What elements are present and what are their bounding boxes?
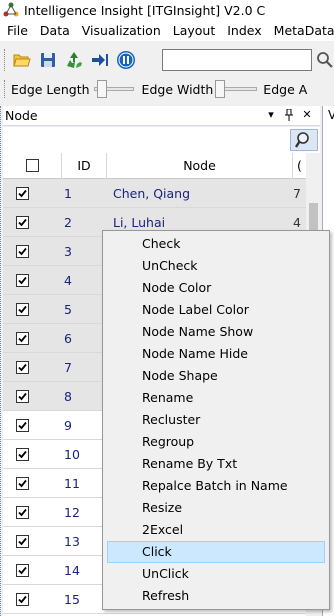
- cell-id: 9: [64, 418, 72, 433]
- right-pane-label: V: [328, 108, 334, 122]
- row-checkbox[interactable]: [16, 419, 29, 432]
- select-all-checkbox[interactable]: [26, 159, 39, 172]
- cell-id: 4: [64, 273, 72, 288]
- context-menu-item-rename-by-txt[interactable]: Rename By Txt: [107, 453, 325, 475]
- context-menu-item-node-color[interactable]: Node Color: [107, 277, 325, 299]
- window-title: Intelligence Insight [ITGInsight] V2.0 C: [24, 2, 266, 18]
- node-search-button[interactable]: [290, 129, 318, 151]
- pause-button[interactable]: [115, 49, 137, 71]
- context-menu-item-regroup[interactable]: Regroup: [107, 431, 325, 453]
- cell-id: 12: [64, 505, 80, 520]
- row-checkbox[interactable]: [16, 390, 29, 403]
- edge-length-slider[interactable]: [93, 80, 134, 98]
- menu-layout[interactable]: Layout: [166, 23, 221, 38]
- row-checkbox[interactable]: [16, 506, 29, 519]
- context-menu: Check UnCheck Node Color Node Label Color No…: [102, 230, 330, 610]
- pin-icon[interactable]: ᅟ: [282, 108, 296, 122]
- cell-node: Chen, Qiang: [113, 186, 191, 201]
- menu-index[interactable]: Index: [220, 23, 266, 38]
- node-search-row: [3, 127, 320, 153]
- menu-visualization[interactable]: Visualization: [75, 23, 166, 38]
- header-extra[interactable]: (: [293, 153, 306, 179]
- cell-id: 1: [64, 186, 72, 201]
- context-menu-item-repalce-batch-in-name[interactable]: Repalce Batch in Name: [107, 475, 325, 497]
- dropdown-arrow-icon[interactable]: ▾: [264, 108, 278, 122]
- row-checkbox[interactable]: [16, 448, 29, 461]
- app-logo-icon: [3, 2, 19, 17]
- edge-toolbar: Edge Length Edge Width Edge A: [0, 77, 334, 101]
- menu-data[interactable]: Data: [33, 23, 75, 38]
- save-disk-icon: [41, 53, 55, 67]
- edge-width-slider[interactable]: [215, 80, 258, 98]
- recycle-icon: [67, 52, 82, 68]
- context-menu-item-uncheck[interactable]: UnCheck: [107, 255, 325, 277]
- cell-id: 13: [64, 534, 80, 549]
- row-checkbox[interactable]: [16, 303, 29, 316]
- cell-id: 10: [64, 447, 80, 462]
- context-menu-item-recluster[interactable]: Recluster: [107, 409, 325, 431]
- row-checkbox[interactable]: [16, 564, 29, 577]
- menu-file[interactable]: File: [0, 23, 33, 38]
- context-menu-item-resize[interactable]: Resize: [107, 497, 325, 519]
- table-row[interactable]: 1 Chen, Qiang 7: [3, 179, 306, 208]
- row-checkbox[interactable]: [16, 361, 29, 374]
- cell-id: 2: [64, 215, 72, 230]
- context-menu-item-node-name-hide[interactable]: Node Name Hide: [107, 343, 325, 365]
- context-menu-item-refresh[interactable]: Refresh: [107, 585, 325, 607]
- menu-bar: File Data Visualization Layout Index Met…: [0, 20, 334, 41]
- edge-length-slider-thumb[interactable]: [96, 80, 107, 98]
- cell-id: 15: [64, 592, 80, 607]
- row-checkbox[interactable]: [16, 535, 29, 548]
- row-checkbox[interactable]: [16, 245, 29, 258]
- menu-metadata[interactable]: MetaData: [267, 23, 334, 38]
- edge-third-label: Edge A: [263, 81, 308, 97]
- context-menu-item-click[interactable]: Click: [107, 541, 325, 563]
- cell-id: 14: [64, 563, 80, 578]
- cell-id: 3: [64, 244, 72, 259]
- context-menu-item-rename[interactable]: Rename: [107, 387, 325, 409]
- row-checkbox[interactable]: [16, 593, 29, 606]
- search-icon: [295, 132, 309, 148]
- cell-id: 5: [64, 302, 72, 317]
- cell-extra: 7: [293, 186, 301, 201]
- context-menu-item-unclick[interactable]: UnClick: [107, 563, 325, 585]
- node-panel-header: Node ▾ ᅟ ✕: [3, 106, 320, 126]
- edge-width-label: Edge Width: [141, 81, 214, 97]
- edge-length-label: Edge Length: [11, 81, 90, 97]
- cell-id: 8: [64, 389, 72, 404]
- header-node[interactable]: Node: [107, 153, 293, 179]
- edge-toolbar-grip[interactable]: [4, 80, 7, 98]
- cell-id: 6: [64, 331, 72, 346]
- save-button[interactable]: [37, 49, 59, 71]
- cell-id: 7: [64, 360, 72, 375]
- row-checkbox[interactable]: [16, 216, 29, 229]
- row-checkbox[interactable]: [16, 332, 29, 345]
- header-checkbox-cell: [3, 153, 62, 179]
- toolbar-search-input[interactable]: [162, 49, 312, 71]
- header-id[interactable]: ID: [62, 153, 107, 179]
- close-icon[interactable]: ✕: [300, 108, 314, 122]
- context-menu-item-2excel[interactable]: 2Excel: [107, 519, 325, 541]
- export-button[interactable]: [89, 49, 111, 71]
- recycle-button[interactable]: [63, 49, 85, 71]
- grid-header: ID Node (: [3, 153, 306, 179]
- open-folder-button[interactable]: [11, 49, 33, 71]
- open-folder-icon: [13, 54, 31, 67]
- panel-title: Node: [5, 108, 38, 123]
- context-menu-item-node-shape[interactable]: Node Shape: [107, 365, 325, 387]
- row-checkbox[interactable]: [16, 477, 29, 490]
- export-arrow-icon: [92, 54, 108, 66]
- cell-id: 11: [64, 476, 80, 491]
- edge-width-slider-thumb[interactable]: [215, 80, 226, 98]
- pause-icon: [117, 51, 135, 69]
- main-toolbar: [0, 43, 334, 77]
- row-checkbox[interactable]: [16, 187, 29, 200]
- context-menu-item-check[interactable]: Check: [107, 233, 325, 255]
- context-menu-item-node-label-color[interactable]: Node Label Color: [107, 299, 325, 321]
- row-checkbox[interactable]: [16, 274, 29, 287]
- title-bar: Intelligence Insight [ITGInsight] V2.0 C: [0, 0, 334, 20]
- context-menu-item-node-name-show[interactable]: Node Name Show: [107, 321, 325, 343]
- search-icon[interactable]: [316, 51, 334, 69]
- toolbar-grip[interactable]: [4, 49, 7, 71]
